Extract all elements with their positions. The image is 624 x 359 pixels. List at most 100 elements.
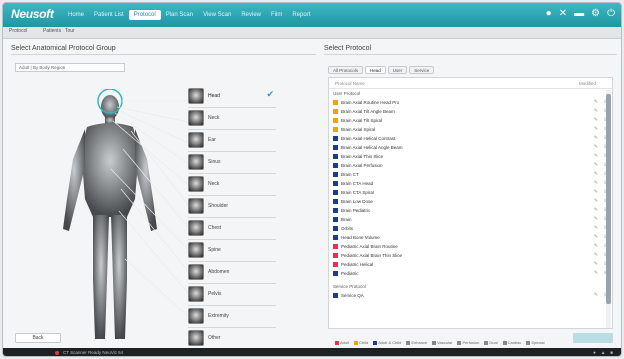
region-item[interactable]: Shoulder xyxy=(188,195,276,218)
settings-icon[interactable]: ⚙ xyxy=(591,7,600,21)
protocol-row[interactable]: Brain Axial Tilt Angle Beam✎ℹ xyxy=(329,107,612,116)
tab-head[interactable]: Head xyxy=(365,66,386,74)
edit-icon[interactable]: ✎ xyxy=(594,291,598,300)
protocol-row[interactable]: Brain CTA Spiral✎ℹ xyxy=(329,188,612,197)
region-item[interactable]: Abdomen xyxy=(188,261,276,284)
legend-swatch xyxy=(354,340,359,345)
edit-icon[interactable]: ✎ xyxy=(594,188,598,197)
protocol-row[interactable]: Brain✎ℹ xyxy=(329,215,612,224)
region-item[interactable]: Extremity xyxy=(188,305,276,328)
region-item[interactable]: Other xyxy=(188,327,276,350)
protocol-row[interactable]: Brain CTA Head✎ℹ xyxy=(329,179,612,188)
status-icons: ● ▲ ■ xyxy=(593,348,613,356)
protocol-row[interactable]: Brain CT✎ℹ xyxy=(329,170,612,179)
region-thumbnail-icon xyxy=(188,110,204,126)
protocol-row[interactable]: Brain Low Dose✎ℹ xyxy=(329,197,612,206)
menu-item-report[interactable]: Report xyxy=(287,10,315,20)
edit-icon[interactable]: ✎ xyxy=(594,251,598,260)
region-label: Sinus xyxy=(208,159,221,165)
ok-button[interactable] xyxy=(573,333,613,343)
service-protocol-items: Service QA✎ℹ xyxy=(329,291,612,300)
menu-item-home[interactable]: Home xyxy=(63,10,89,20)
column-header-modified[interactable]: Modified xyxy=(579,78,596,89)
edit-icon[interactable]: ✎ xyxy=(594,98,598,107)
edit-icon[interactable]: ✎ xyxy=(594,233,598,242)
protocol-row[interactable]: Head Bone Volume✎ℹ xyxy=(329,233,612,242)
protocol-row[interactable]: Brain Axial Thin Slice✎ℹ xyxy=(329,152,612,161)
legend-swatch xyxy=(484,340,489,345)
toolbar-item-protocol[interactable]: Protocol xyxy=(9,28,27,34)
scrollbar-thumb[interactable] xyxy=(606,94,611,304)
menu-item-patient-list[interactable]: Patient List xyxy=(89,10,129,20)
edit-icon[interactable]: ✎ xyxy=(594,134,598,143)
edit-icon[interactable]: ✎ xyxy=(594,260,598,269)
legend-swatch xyxy=(502,340,507,345)
edit-icon[interactable]: ✎ xyxy=(594,242,598,251)
edit-icon[interactable]: ✎ xyxy=(594,206,598,215)
region-item[interactable]: Sinus xyxy=(188,151,276,174)
tab-all-protocols[interactable]: All Protocols xyxy=(328,66,364,74)
edit-icon[interactable]: ✎ xyxy=(594,170,598,179)
protocol-row[interactable]: Pediatric Helical✎ℹ xyxy=(329,260,612,269)
edit-icon[interactable]: ✎ xyxy=(594,215,598,224)
edit-icon[interactable]: ✎ xyxy=(594,179,598,188)
window-icon[interactable]: ▬ xyxy=(574,7,584,21)
edit-icon[interactable]: ✎ xyxy=(594,116,598,125)
list-scrollbar[interactable] xyxy=(606,90,611,328)
tab-user[interactable]: User xyxy=(387,66,408,74)
protocol-row[interactable]: Brain Axial Perfusion✎ℹ xyxy=(329,161,612,170)
edit-icon[interactable]: ✎ xyxy=(594,143,598,152)
menu-item-review[interactable]: Review xyxy=(236,10,266,20)
menu-item-film[interactable]: Film xyxy=(266,10,287,20)
protocol-type-marker xyxy=(333,271,338,276)
edit-icon[interactable]: ✎ xyxy=(594,197,598,206)
region-item[interactable]: Chest xyxy=(188,217,276,240)
protocol-row[interactable]: Brain Axial Spiral✎ℹ xyxy=(329,125,612,134)
menu-item-view-scan[interactable]: View Scan xyxy=(198,10,236,20)
group-select[interactable]: Adult | By Body Region xyxy=(15,63,125,72)
protocol-row[interactable]: Service QA✎ℹ xyxy=(329,291,612,300)
protocol-row[interactable]: Pediatric✎ℹ xyxy=(329,269,612,278)
protocol-row[interactable]: Pediatric Axial Brain Routine✎ℹ xyxy=(329,242,612,251)
disk-icon: ▲ xyxy=(600,350,606,355)
protocol-type-marker xyxy=(333,163,338,168)
protocol-row[interactable]: Orbits✎ℹ xyxy=(329,224,612,233)
user-icon[interactable]: ● xyxy=(546,7,552,21)
region-thumbnail-icon xyxy=(188,154,204,170)
back-button[interactable]: Back xyxy=(15,333,61,343)
edit-icon[interactable]: ✎ xyxy=(594,161,598,170)
region-item[interactable]: Neck xyxy=(188,107,276,130)
column-header-name[interactable]: Protocol Name xyxy=(335,81,365,86)
region-item[interactable]: Spine xyxy=(188,239,276,262)
region-item[interactable]: Ear xyxy=(188,129,276,152)
edit-icon[interactable]: ✎ xyxy=(594,269,598,278)
edit-icon[interactable]: ✎ xyxy=(594,107,598,116)
menu-item-protocol[interactable]: Protocol xyxy=(128,10,161,20)
region-thumbnail-icon xyxy=(188,264,204,280)
tab-service[interactable]: Service xyxy=(409,66,435,74)
protocol-row[interactable]: Brain Pediatric✎ℹ xyxy=(329,206,612,215)
region-thumbnail-icon xyxy=(188,176,204,192)
edit-icon[interactable]: ✎ xyxy=(594,152,598,161)
protocol-row[interactable]: Brain Axial Tilt Spiral✎ℹ xyxy=(329,116,612,125)
protocol-row[interactable]: Brain Axial Routine Head Pro✎ℹ xyxy=(329,98,612,107)
toolbar-item-tour[interactable]: Tour xyxy=(65,28,75,34)
legend-label: Child xyxy=(359,340,369,345)
edit-icon[interactable]: ✎ xyxy=(594,125,598,134)
power-icon[interactable]: ⏻ xyxy=(607,7,615,21)
protocol-row[interactable]: Pediatric Axial Brain Thin Slice✎ℹ xyxy=(329,251,612,260)
region-item[interactable]: Head ✔ xyxy=(188,85,276,108)
protocol-name: Brain Axial Helical Angle Beam xyxy=(341,145,403,150)
region-item[interactable]: Neck xyxy=(188,173,276,196)
protocol-row[interactable]: Brain Axial Helical Angle Beam✎ℹ xyxy=(329,143,612,152)
top-icons: ● ✕ ▬ ⚙ ⏻ xyxy=(546,7,615,21)
legend-label: Adult & Child xyxy=(378,340,402,345)
tools-icon[interactable]: ✕ xyxy=(559,7,567,21)
protocol-row[interactable]: Brain Axial Helical Contrast✎ℹ xyxy=(329,134,612,143)
region-item[interactable]: Pelvis xyxy=(188,283,276,306)
protocol-name: Brain xyxy=(341,217,352,222)
edit-icon[interactable]: ✎ xyxy=(594,224,598,233)
app-logo: Neusoft xyxy=(11,7,54,21)
menu-item-plan-scan[interactable]: Plan Scan xyxy=(161,10,198,20)
toolbar-item-patients[interactable]: Patients xyxy=(43,28,61,34)
